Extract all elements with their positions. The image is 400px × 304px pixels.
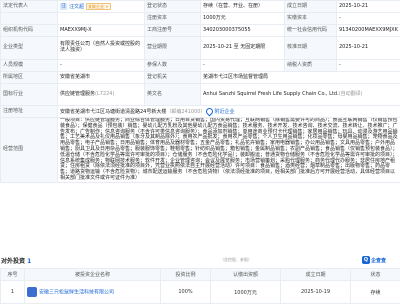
reg-capital-label: 注册资本	[145, 13, 201, 25]
address-label: 注册地址	[1, 106, 58, 118]
region-label: 所属地区	[1, 72, 58, 84]
address-cell: 安徽省芜湖市弋江区马塘街道清盈路24号新大楼（邮编241000） 附近企业	[58, 106, 400, 118]
investments-section-header: 对外投资 1 （含控股、参股） Q企查查	[0, 255, 400, 266]
col-header-amount: 认缴出资额	[211, 269, 281, 281]
company-name-link[interactable]: 安徽三只松鼠鲜生活科技有限公司	[39, 290, 114, 296]
industry-cell: 供应链管理服务(L7224)	[58, 84, 145, 106]
legal-rep-link[interactable]: 汪文超	[69, 4, 84, 10]
row-industry: 国标行业 供应链管理服务(L7224) 英文名 Anhui Sanzhi Squ…	[1, 84, 400, 106]
org-code-value: MAEXX9MJ-X	[58, 25, 145, 37]
biz-reg-label: 工商注册号	[145, 25, 201, 37]
company-logo-icon	[27, 287, 37, 297]
col-header-index: 序号	[1, 269, 25, 281]
biz-reg-value: 340203000375055	[201, 25, 285, 37]
company-cell: 安徽三只松鼠鲜生活科技有限公司	[25, 281, 161, 304]
credit-code-label: 统一社会信用代码	[285, 25, 337, 37]
row-type: 企业类型 有限责任公司（自然人投资或控股的法人独资） 营业期限 2025-10-…	[1, 37, 400, 60]
industry-code: (L7224)	[95, 91, 114, 97]
company-type-value: 有限责任公司（自然人投资或控股的法人独资）	[58, 37, 145, 60]
address-note: （邮编241000）	[166, 109, 205, 115]
row-region: 所属地区 安徽省芜湖市 登记机关 芜湖市弋江区市场监督管理局	[1, 72, 400, 84]
row-codes: 组织机构代码 MAEXX9MJ-X 工商注册号 340203000375055 …	[1, 25, 400, 37]
row-staff: 人员规模 - 参保人数 - 纳税人资质 -	[1, 60, 400, 72]
investments-count: 1	[27, 258, 31, 265]
reg-status-value: 存续（在营、开业、在册）	[201, 1, 285, 13]
company-type-label: 企业类型	[1, 37, 58, 60]
en-name-note: (自动翻译)	[339, 91, 363, 97]
credit-code-value: 91340200MAEXX9MJXK	[337, 25, 400, 37]
legal-rep-avatar: 汪	[60, 3, 67, 10]
legal-rep-cell: 汪汪文超关联企业 >	[58, 1, 145, 13]
biz-term-label: 营业期限	[145, 37, 201, 60]
scope-value: 一般项目：供应链管理服务；商业综合体管理服务；日用百货销售；国内贸易代理；互联网…	[58, 118, 400, 183]
taxpayer-label: 纳税人资质	[285, 60, 337, 72]
table-row[interactable]: 1 安徽三只松鼠鲜生活科技有限公司 100% 1000万元 2025-10-19…	[1, 281, 400, 304]
org-code-label: 组织机构代码	[1, 25, 58, 37]
row-status: 存续	[351, 281, 400, 304]
paid-capital-label: 实缴资本	[285, 13, 337, 25]
investments-table: 序号 被投资企业名称 投资比例 认缴出资额 成立日期 状态 1 安徽三只松鼠鲜生…	[0, 268, 400, 304]
insured-label: 参保人数	[145, 60, 201, 72]
col-header-name: 被投资企业名称	[25, 269, 161, 281]
taxpayer-value: -	[337, 60, 400, 72]
est-date-label: 成立日期	[285, 1, 337, 13]
row-index: 1	[1, 281, 25, 304]
col-header-date: 成立日期	[281, 269, 351, 281]
biz-term-value: 2025-10-21 至 无固定期限	[201, 37, 285, 60]
qcc-logo-icon: Q	[362, 256, 370, 264]
staff-value: -	[58, 60, 145, 72]
scope-label: 经营范围	[1, 118, 58, 183]
qcc-logo: Q企查查	[362, 255, 398, 265]
en-name-cell: Anhui Sanzhi Squirrel Fresh Life Supply …	[201, 84, 400, 106]
legal-rep-label: 法定代表人	[1, 1, 58, 13]
staff-label: 人员规模	[1, 60, 58, 72]
en-name-value: Anhui Sanzhi Squirrel Fresh Life Supply …	[203, 91, 339, 97]
row-legal-rep: 法定代表人 汪汪文超关联企业 > 登记状态 存续（在营、开业、在册） 成立日期 …	[1, 1, 400, 13]
company-info-page: 法定代表人 汪汪文超关联企业 > 登记状态 存续（在营、开业、在册） 成立日期 …	[0, 0, 400, 300]
est-date-value: 2025-10-21	[337, 1, 400, 13]
investments-hint: （含控股、参股）	[220, 257, 252, 263]
basic-info-table: 法定代表人 汪汪文超关联企业 > 登记状态 存续（在营、开业、在册） 成立日期 …	[0, 0, 400, 183]
reg-status-label: 登记状态	[145, 1, 201, 13]
nearby-companies-link[interactable]: 附近企业	[214, 109, 234, 115]
row-capital: 注册资本 1000万元 实缴资本 -	[1, 13, 400, 25]
paid-capital-value: -	[337, 13, 400, 25]
row-date: 2025-10-19	[281, 281, 351, 304]
row-address: 注册地址 安徽省芜湖市弋江区马塘街道清盈路24号新大楼（邮编241000） 附近企…	[1, 106, 400, 118]
col-header-ratio: 投资比例	[161, 269, 211, 281]
investments-title: 对外投资 1	[1, 256, 31, 265]
region-value: 安徽省芜湖市	[58, 72, 145, 84]
en-name-label: 英文名	[145, 84, 201, 106]
industry-label: 国标行业	[1, 84, 58, 106]
approval-date-value: 2025-10-21	[337, 37, 400, 60]
approval-date-label: 核准日期	[285, 37, 337, 60]
row-scope: 经营范围 一般项目：供应链管理服务；商业综合体管理服务；日用百货销售；国内贸易代…	[1, 118, 400, 183]
investments-header-row: 序号 被投资企业名称 投资比例 认缴出资额 成立日期 状态	[1, 269, 400, 281]
industry-value: 供应链管理服务	[60, 91, 95, 97]
address-value: 安徽省芜湖市弋江区马塘街道清盈路24号新大楼	[60, 109, 166, 115]
authority-value: 芜湖市弋江区市场监督管理局	[201, 72, 400, 84]
authority-label: 登记机关	[145, 72, 201, 84]
col-header-status: 状态	[351, 269, 400, 281]
related-companies-tag[interactable]: 关联企业 >	[86, 3, 111, 10]
row-ratio: 100%	[161, 281, 211, 304]
insured-value: -	[201, 60, 285, 72]
row-amount: 1000万元	[211, 281, 281, 304]
reg-capital-value: 1000万元	[201, 13, 285, 25]
